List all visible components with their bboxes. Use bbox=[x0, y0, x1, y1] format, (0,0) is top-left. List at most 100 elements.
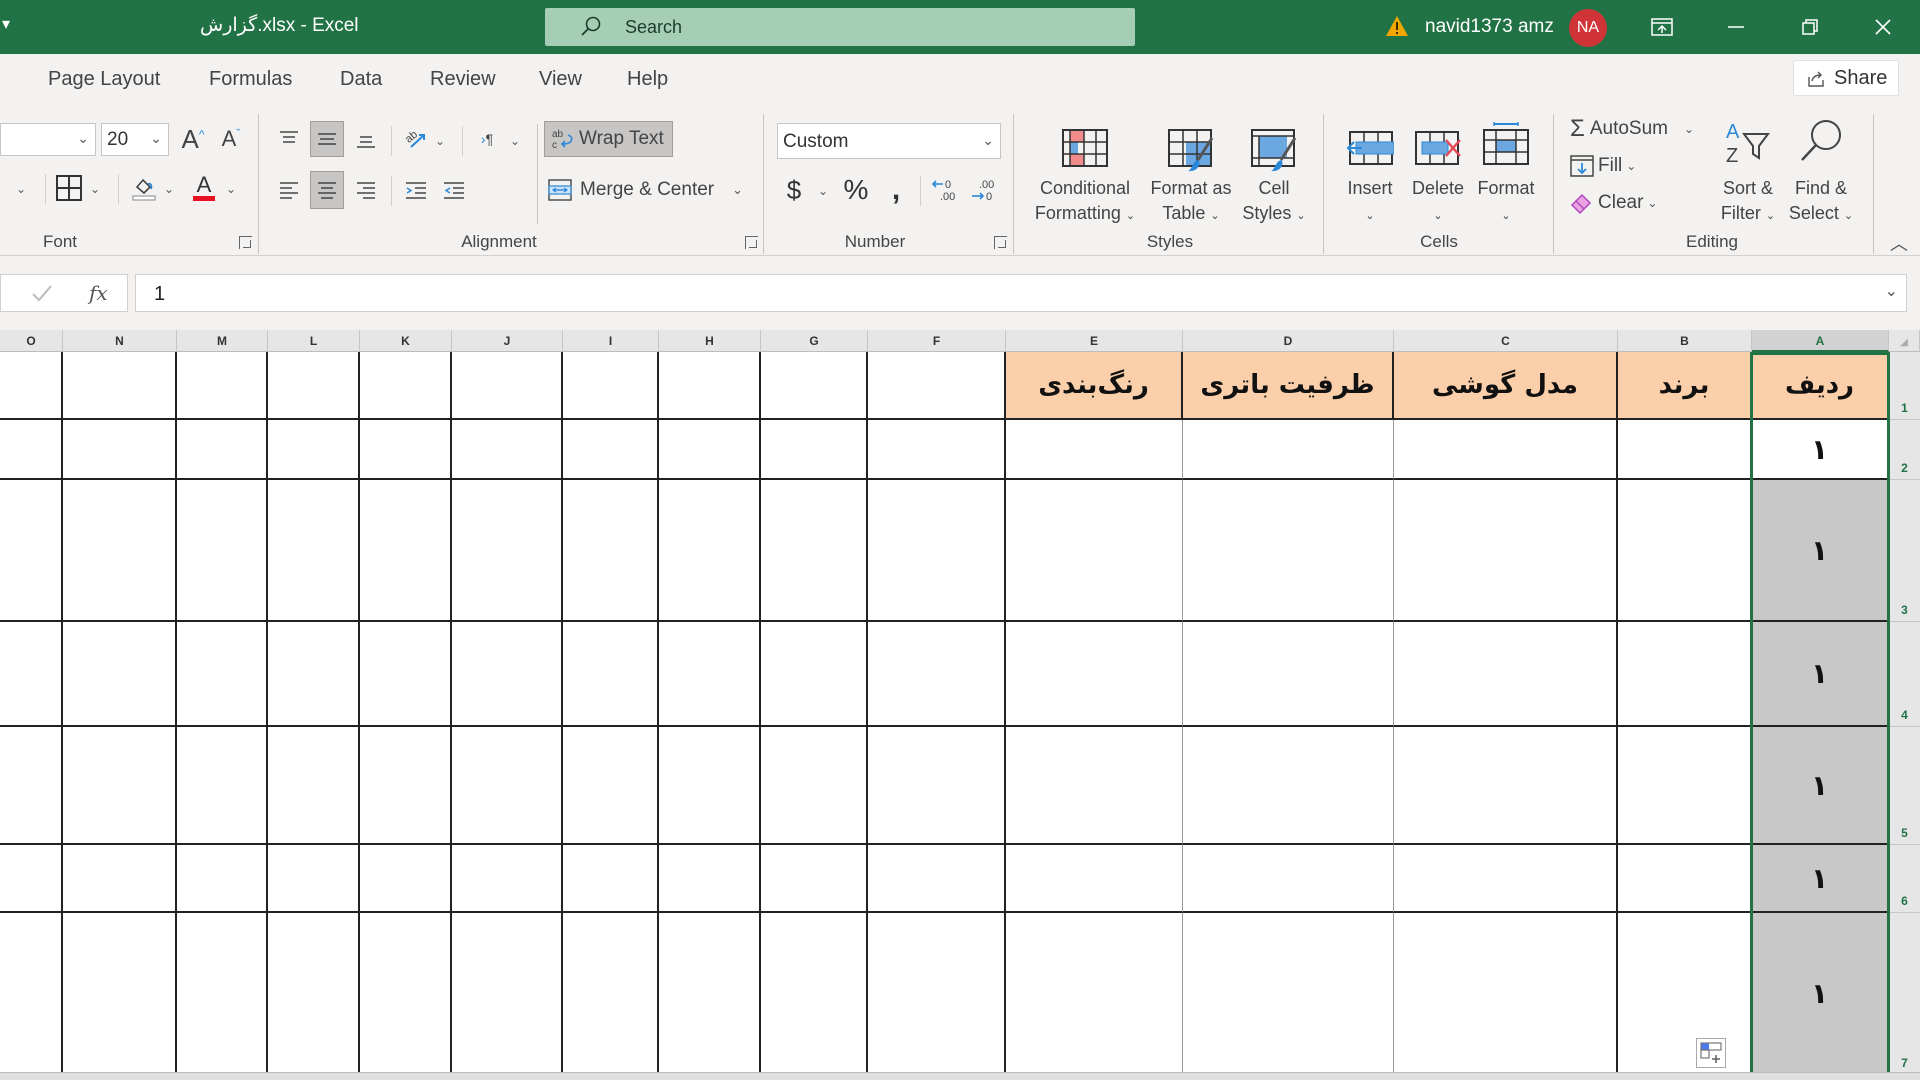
font-name-combo[interactable]: ⌄ bbox=[0, 123, 96, 156]
cell-d2[interactable] bbox=[1183, 420, 1394, 480]
autosum-button[interactable]: Σ AutoSum ⌄ bbox=[1570, 113, 1710, 145]
align-center-button[interactable] bbox=[310, 171, 344, 209]
align-left-button[interactable] bbox=[272, 173, 306, 207]
cell-styles-button[interactable]: Cell Styles ⌄ bbox=[1234, 114, 1314, 232]
increase-indent-button[interactable] bbox=[437, 173, 471, 207]
cell-d6[interactable] bbox=[1183, 845, 1394, 913]
cell-a3[interactable]: ١ bbox=[1752, 480, 1889, 622]
tab-help[interactable]: Help bbox=[627, 68, 668, 91]
increase-decimal-button[interactable]: 0 .00 bbox=[928, 172, 962, 208]
cell-e7[interactable] bbox=[1006, 913, 1183, 1075]
font-size-combo[interactable]: 20 ⌄ bbox=[101, 123, 169, 156]
text-direction-dropdown-icon[interactable]: ⌄ bbox=[510, 134, 520, 148]
cell-b3[interactable] bbox=[1618, 480, 1752, 622]
cell-l1[interactable] bbox=[268, 352, 360, 420]
cell-f5[interactable] bbox=[868, 727, 1006, 845]
row-header-6[interactable]: 6 bbox=[1889, 845, 1920, 913]
find-select-button[interactable]: Find & Select ⌄ bbox=[1784, 114, 1858, 232]
cell-h7[interactable] bbox=[659, 913, 761, 1075]
merge-center-button[interactable]: Merge & Center ⌄ bbox=[546, 172, 746, 208]
column-header-f[interactable]: F bbox=[868, 330, 1006, 352]
cell-h2[interactable] bbox=[659, 420, 761, 480]
column-header-d[interactable]: D bbox=[1183, 330, 1394, 352]
orientation-dropdown-icon[interactable]: ⌄ bbox=[435, 134, 445, 148]
cell-e5[interactable] bbox=[1006, 727, 1183, 845]
cell-n4[interactable] bbox=[63, 622, 177, 727]
cell-j4[interactable] bbox=[452, 622, 563, 727]
cell-l3[interactable] bbox=[268, 480, 360, 622]
cell-a6[interactable]: ١ bbox=[1752, 845, 1889, 913]
cell-o7[interactable] bbox=[0, 913, 63, 1075]
cell-a5[interactable]: ١ bbox=[1752, 727, 1889, 845]
column-header-h[interactable]: H bbox=[659, 330, 761, 352]
cell-b7[interactable] bbox=[1618, 913, 1752, 1075]
cell-k2[interactable] bbox=[360, 420, 452, 480]
clear-button[interactable]: Clear ⌄ bbox=[1570, 187, 1670, 219]
borders-button[interactable] bbox=[52, 171, 86, 205]
cell-b4[interactable] bbox=[1618, 622, 1752, 727]
insert-button[interactable]: Insert ⌄ bbox=[1336, 114, 1404, 232]
cell-l6[interactable] bbox=[268, 845, 360, 913]
row-header-5[interactable]: 5 bbox=[1889, 727, 1920, 845]
restore-button[interactable] bbox=[1780, 0, 1840, 54]
cell-n5[interactable] bbox=[63, 727, 177, 845]
select-all-corner[interactable]: ◢ bbox=[1889, 330, 1920, 352]
qat-overflow-icon[interactable]: ▾ bbox=[2, 14, 10, 34]
cell-m1[interactable] bbox=[177, 352, 268, 420]
middle-align-button[interactable] bbox=[310, 121, 344, 157]
cell-h6[interactable] bbox=[659, 845, 761, 913]
top-align-button[interactable] bbox=[272, 122, 306, 156]
column-header-n[interactable]: N bbox=[63, 330, 177, 352]
cell-g5[interactable] bbox=[761, 727, 868, 845]
cell-m6[interactable] bbox=[177, 845, 268, 913]
cell-j1[interactable] bbox=[452, 352, 563, 420]
cell-o5[interactable] bbox=[0, 727, 63, 845]
cell-o3[interactable] bbox=[0, 480, 63, 622]
cell-g7[interactable] bbox=[761, 913, 868, 1075]
column-header-c[interactable]: C bbox=[1394, 330, 1618, 352]
worksheet-grid[interactable]: O N M L K J I H G F E D C B A ◢ 1 2 3 4 … bbox=[0, 330, 1920, 1080]
column-header-b[interactable]: B bbox=[1618, 330, 1752, 352]
horizontal-scrollbar[interactable] bbox=[0, 1072, 1920, 1080]
cell-e1[interactable]: رنگ‌بندی bbox=[1006, 352, 1183, 420]
accounting-dropdown-icon[interactable]: ⌄ bbox=[818, 184, 828, 198]
cell-l2[interactable] bbox=[268, 420, 360, 480]
number-dialog-launcher[interactable] bbox=[994, 236, 1007, 249]
cell-n7[interactable] bbox=[63, 913, 177, 1075]
decrease-indent-button[interactable] bbox=[399, 173, 433, 207]
percent-style-button[interactable]: % bbox=[840, 172, 872, 208]
share-button[interactable]: Share bbox=[1793, 60, 1899, 96]
column-header-o[interactable]: O bbox=[0, 330, 63, 352]
column-header-m[interactable]: M bbox=[177, 330, 268, 352]
account-name[interactable]: navid1373 amz bbox=[1425, 16, 1554, 38]
cell-b1[interactable]: برند bbox=[1618, 352, 1752, 420]
expand-formula-bar-icon[interactable]: ⌄ bbox=[1885, 281, 1898, 301]
close-button[interactable] bbox=[1853, 0, 1913, 54]
conditional-formatting-button[interactable]: Conditional Formatting ⌄ bbox=[1022, 114, 1148, 232]
sort-filter-button[interactable]: A Z Sort & Filter ⌄ bbox=[1714, 114, 1782, 232]
underline-dropdown-icon[interactable]: ⌄ bbox=[16, 182, 26, 196]
text-direction-button[interactable]: ›¶ bbox=[470, 122, 504, 156]
cell-g1[interactable] bbox=[761, 352, 868, 420]
column-header-e[interactable]: E bbox=[1006, 330, 1183, 352]
cell-e6[interactable] bbox=[1006, 845, 1183, 913]
cell-o2[interactable] bbox=[0, 420, 63, 480]
cell-i3[interactable] bbox=[563, 480, 659, 622]
font-dialog-launcher[interactable] bbox=[239, 236, 252, 249]
cell-f7[interactable] bbox=[868, 913, 1006, 1075]
accounting-format-button[interactable]: $ bbox=[780, 172, 808, 208]
cell-n1[interactable] bbox=[63, 352, 177, 420]
column-header-k[interactable]: K bbox=[360, 330, 452, 352]
cell-n6[interactable] bbox=[63, 845, 177, 913]
cell-i5[interactable] bbox=[563, 727, 659, 845]
decrease-decimal-button[interactable]: .00 0 bbox=[967, 172, 1001, 208]
cell-h5[interactable] bbox=[659, 727, 761, 845]
cell-a2[interactable]: ١ bbox=[1752, 420, 1889, 480]
fill-color-dropdown-icon[interactable]: ⌄ bbox=[164, 182, 174, 196]
warning-icon[interactable] bbox=[1385, 15, 1409, 37]
alignment-dialog-launcher[interactable] bbox=[745, 236, 758, 249]
bottom-align-button[interactable] bbox=[349, 122, 383, 156]
cell-e4[interactable] bbox=[1006, 622, 1183, 727]
tab-review[interactable]: Review bbox=[430, 68, 496, 91]
cell-d1[interactable]: ظرفیت باتری bbox=[1183, 352, 1394, 420]
